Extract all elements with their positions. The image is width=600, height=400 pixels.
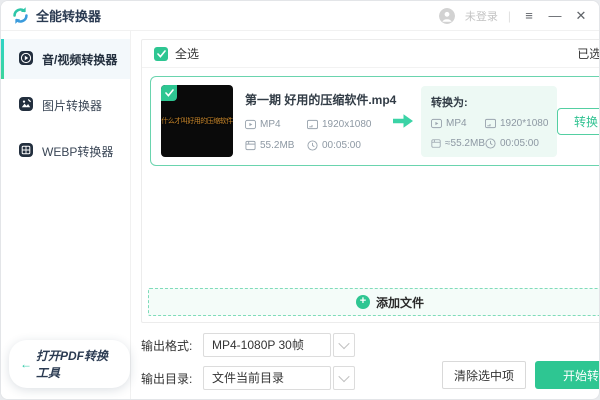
clock-icon: [307, 140, 318, 151]
titlebar-divider: |: [507, 8, 511, 23]
sidebar-item-image-converter[interactable]: 图片转换器: [1, 85, 130, 125]
close-icon[interactable]: ✕: [573, 8, 589, 24]
add-file-label: 添加文件: [375, 295, 424, 310]
size-icon: [245, 140, 256, 151]
convert-to-label: 转换为:: [431, 96, 468, 109]
target-resolution: 1920*1080: [485, 118, 548, 129]
source-resolution: 1920x1080: [307, 119, 385, 130]
play-format-icon: [431, 118, 442, 128]
target-duration: 00:05:00: [485, 138, 548, 149]
output-directory-row: 输出目录: 文件当前目录: [141, 366, 355, 390]
video-thumbnail: 什么才叫好用的压缩软件: [161, 85, 233, 157]
file-list: 什么才叫好用的压缩软件 第一期 好用的压缩软件.mp4 MP4 1920x108…: [142, 68, 599, 288]
source-duration: 00:05:00: [307, 140, 385, 151]
source-size: 55.2MB: [245, 140, 307, 151]
image-converter-icon: [18, 96, 34, 115]
size-icon: [431, 138, 441, 148]
convert-button[interactable]: 转换: [557, 107, 599, 135]
minimize-icon[interactable]: —: [547, 8, 563, 24]
app-window: 全能转换器 未登录 | ≡ — ✕ 音/视频转换器 图片转换器 WEBP转换器 …: [0, 0, 600, 400]
list-toolbar: 全选 已选1个: [142, 40, 600, 68]
output-format-label: 输出格式:: [141, 338, 193, 353]
target-duration-value: 00:05:00: [500, 137, 539, 149]
clock-icon: [485, 137, 496, 149]
user-avatar-icon[interactable]: [438, 7, 455, 24]
file-card: 什么才叫好用的压缩软件 第一期 好用的压缩软件.mp4 MP4 1920x108…: [150, 76, 599, 166]
source-format: MP4: [245, 119, 307, 130]
output-directory-label: 输出目录:: [141, 371, 193, 386]
bottom-controls: 输出格式: MP4-1080P 30帧 输出目录: 文件当前目录 清除选中项 开…: [141, 333, 599, 390]
open-pdf-tool-button[interactable]: ← 打开PDF转换工具: [9, 340, 130, 388]
convert-direction-arrow-icon: [392, 112, 414, 130]
start-convert-button[interactable]: 开始转换: [535, 361, 599, 389]
plus-icon: +: [355, 295, 370, 309]
sidebar: 音/视频转换器 图片转换器 WEBP转换器 ← 打开PDF转换工具: [1, 31, 131, 399]
file-list-panel: 全选 已选1个 什么才叫好用的压缩软件 第一期 好用的压缩软件.mp4: [141, 39, 600, 323]
sidebar-item-webp-converter[interactable]: WEBP转换器: [1, 131, 130, 171]
target-size: ≈55.2MB: [431, 138, 485, 149]
resolution-icon: [485, 118, 496, 128]
output-format-row: 输出格式: MP4-1080P 30帧: [141, 333, 355, 357]
open-pdf-tool-label: 打开PDF转换工具: [36, 349, 109, 380]
output-directory-select[interactable]: 文件当前目录: [203, 366, 331, 390]
chevron-down-icon: [338, 337, 350, 350]
output-format-dropdown-button[interactable]: [333, 333, 355, 357]
file-name: 第一期 好用的压缩软件.mp4: [245, 93, 397, 107]
source-file-info: 第一期 好用的压缩软件.mp4 MP4 1920x1080 55.2MB 00:…: [245, 91, 397, 151]
title-bar: 全能转换器 未登录 | ≡ — ✕: [1, 1, 599, 31]
source-size-value: 55.2MB: [260, 140, 295, 151]
play-format-icon: [245, 119, 256, 130]
file-checkbox[interactable]: [161, 85, 177, 101]
main-content: 全选 已选1个 什么才叫好用的压缩软件 第一期 好用的压缩软件.mp4: [131, 31, 600, 399]
select-all-label: 全选: [175, 47, 200, 61]
target-file-info: 转换为: MP4 1920*1080 ≈55.2MB 00:05:00: [421, 85, 557, 157]
selected-count-prefix: 已选: [577, 47, 600, 61]
target-size-value: ≈55.2MB: [445, 137, 485, 149]
menu-icon[interactable]: ≡: [521, 8, 537, 24]
target-format: MP4: [431, 118, 485, 129]
webp-converter-icon: [18, 142, 34, 161]
select-all-checkbox[interactable]: [154, 46, 168, 61]
add-file-button[interactable]: + 添加文件: [148, 288, 599, 316]
target-format-value: MP4: [446, 117, 467, 129]
chevron-down-icon: [338, 370, 350, 383]
output-format-select[interactable]: MP4-1080P 30帧: [203, 333, 331, 357]
source-resolution-value: 1920x1080: [322, 119, 372, 130]
app-logo-icon: [11, 6, 30, 25]
selected-count: 已选1个: [577, 45, 600, 62]
back-arrow-icon: ←: [20, 357, 32, 371]
audio-video-converter-icon: [18, 50, 34, 69]
sidebar-item-label: 音/视频转换器: [42, 52, 118, 67]
target-resolution-value: 1920*1080: [500, 117, 549, 129]
resolution-icon: [307, 119, 318, 130]
output-directory-dropdown-button[interactable]: [333, 366, 355, 390]
app-title: 全能转换器: [36, 9, 102, 24]
clear-selected-button[interactable]: 清除选中项: [441, 361, 526, 389]
sidebar-item-label: 图片转换器: [42, 98, 103, 113]
thumbnail-caption: 什么才叫好用的压缩软件: [161, 118, 233, 125]
login-status[interactable]: 未登录: [465, 8, 498, 24]
sidebar-item-audio-video-converter[interactable]: 音/视频转换器: [1, 39, 130, 79]
source-format-value: MP4: [260, 119, 281, 130]
sidebar-item-label: WEBP转换器: [42, 144, 114, 159]
source-duration-value: 00:05:00: [322, 140, 361, 151]
